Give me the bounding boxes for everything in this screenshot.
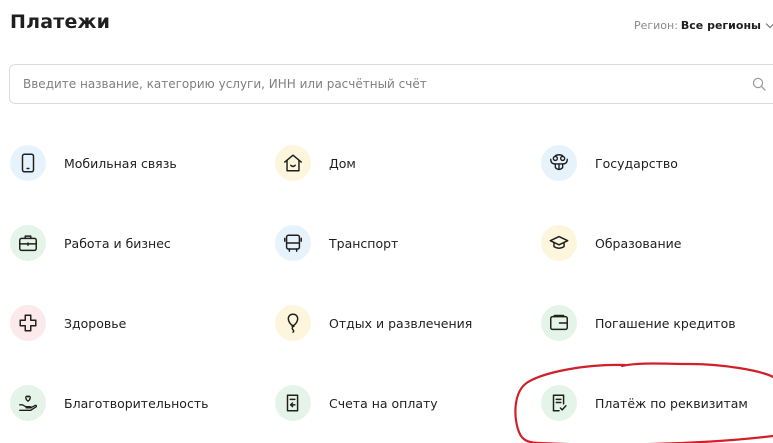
category-icon-bg	[275, 145, 311, 181]
category-label: Транспорт	[329, 235, 399, 251]
category-label: Государство	[595, 155, 678, 171]
region-label: Регион:	[633, 19, 678, 32]
page-title: Платежи	[10, 11, 111, 33]
category-icon-bg	[275, 385, 311, 421]
category-label: Работа и бизнес	[64, 235, 171, 251]
category-icon-bg	[541, 305, 577, 341]
category-icon-bg	[541, 225, 577, 261]
category-education[interactable]: Образование	[541, 223, 681, 263]
category-loans[interactable]: Погашение кредитов	[541, 303, 736, 343]
charity-hand-heart-icon	[19, 395, 38, 412]
category-health[interactable]: Здоровье	[10, 303, 126, 343]
category-icon-bg	[275, 305, 311, 341]
smartphone-icon	[21, 153, 35, 173]
wallet-icon	[550, 314, 568, 331]
document-check-icon	[552, 394, 567, 412]
government-emblem-icon	[550, 154, 568, 171]
category-label: Образование	[595, 235, 682, 251]
category-bills[interactable]: Счета на оплату	[275, 383, 438, 423]
invoice-arrow-icon	[286, 394, 299, 412]
briefcase-icon	[19, 235, 37, 252]
balloon-icon	[287, 313, 299, 333]
category-icon-bg	[541, 385, 577, 421]
category-label: Платёж по реквизитам	[595, 395, 748, 411]
category-transport[interactable]: Транспорт	[275, 223, 398, 263]
region-value: Все регионы	[680, 19, 761, 32]
category-icon-bg	[10, 225, 46, 261]
graduation-cap-icon	[549, 235, 569, 250]
category-icon-bg	[10, 145, 46, 181]
category-icon-bg	[275, 225, 311, 261]
category-home[interactable]: Дом	[275, 143, 356, 183]
category-label: Погашение кредитов	[595, 315, 736, 331]
category-business[interactable]: Работа и бизнес	[10, 223, 171, 263]
category-mobile[interactable]: Мобильная связь	[10, 143, 177, 183]
search-box	[9, 64, 773, 104]
category-government[interactable]: Государство	[541, 143, 678, 183]
medical-cross-icon	[19, 314, 37, 332]
category-label: Дом	[329, 155, 356, 171]
search-icon[interactable]	[752, 77, 766, 91]
bus-icon	[284, 234, 302, 252]
search-input[interactable]	[10, 65, 773, 103]
category-label: Мобильная связь	[64, 155, 177, 171]
category-icon-bg	[10, 385, 46, 421]
category-label: Благотворительность	[64, 395, 209, 411]
category-leisure[interactable]: Отдых и развлечения	[275, 303, 472, 343]
category-icon-bg	[541, 145, 577, 181]
category-icon-bg	[10, 305, 46, 341]
category-label: Отдых и развлечения	[329, 315, 473, 331]
region-selector[interactable]: Регион: Все регионы	[634, 19, 773, 32]
category-charity[interactable]: Благотворительность	[10, 383, 208, 423]
house-icon	[284, 154, 302, 172]
category-payment-by-details[interactable]: Платёж по реквизитам	[541, 383, 748, 423]
category-label: Счета на оплату	[329, 395, 438, 411]
category-label: Здоровье	[64, 315, 127, 331]
chevron-down-icon	[765, 19, 773, 29]
